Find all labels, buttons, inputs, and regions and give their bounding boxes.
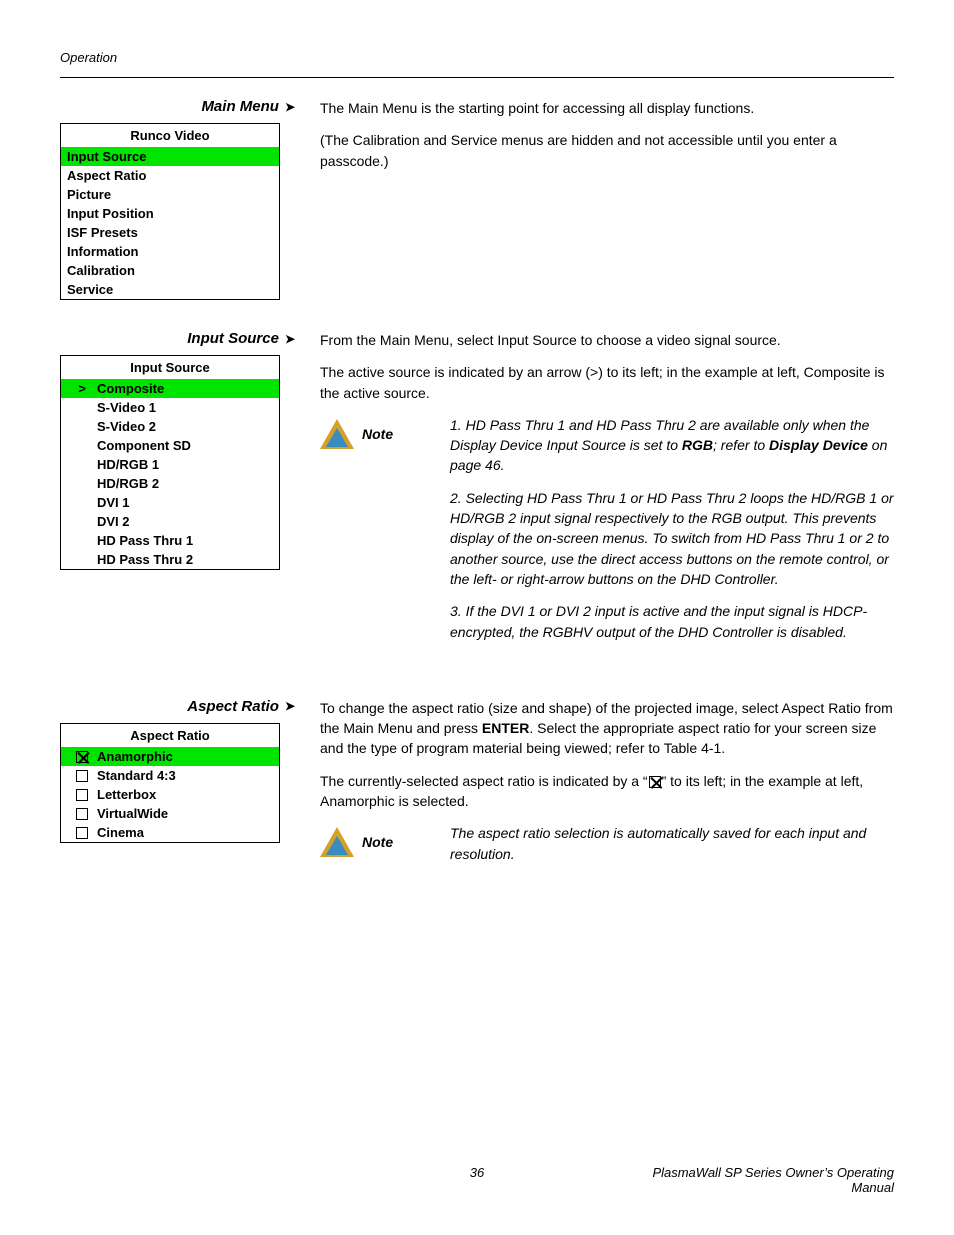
- aspect-ratio-para1: To change the aspect ratio (size and sha…: [320, 698, 894, 759]
- input-source-section: Input Source ➤ Input Source > Composite …: [60, 330, 894, 668]
- input-source-item-component-sd[interactable]: Component SD: [61, 436, 279, 455]
- checkbox-checked-icon: [76, 751, 88, 763]
- input-source-item-svideo2[interactable]: S-Video 2: [61, 417, 279, 436]
- page-header-section: Operation: [60, 50, 894, 65]
- note-label: Note: [362, 832, 393, 852]
- input-source-note2: Selecting HD Pass Thru 1 or HD Pass Thru…: [450, 488, 894, 589]
- main-menu-item-input-position[interactable]: Input Position: [61, 204, 279, 223]
- menu-item-label: Input Source: [67, 149, 273, 164]
- menu-item-label: S-Video 2: [97, 419, 273, 434]
- menu-item-label: DVI 2: [97, 514, 273, 529]
- menu-item-label: HD Pass Thru 1: [97, 533, 273, 548]
- input-source-item-svideo1[interactable]: S-Video 1: [61, 398, 279, 417]
- menu-item-label: Anamorphic: [97, 749, 273, 764]
- aspect-ratio-heading: Aspect Ratio ➤: [60, 698, 310, 715]
- aspect-ratio-item-virtualwide[interactable]: VirtualWide: [61, 804, 279, 823]
- checkbox-icon: [76, 808, 88, 820]
- note-display-device-bold: Display Device: [769, 437, 868, 453]
- input-source-item-hdrgb1[interactable]: HD/RGB 1: [61, 455, 279, 474]
- aspect-ratio-item-standard[interactable]: Standard 4:3: [61, 766, 279, 785]
- main-menu-item-information[interactable]: Information: [61, 242, 279, 261]
- aspect-ratio-item-anamorphic[interactable]: Anamorphic: [61, 747, 279, 766]
- warning-triangle-icon: [320, 419, 354, 449]
- main-menu-heading-text: Main Menu: [201, 98, 279, 115]
- menu-item-label: Picture: [67, 187, 273, 202]
- input-source-item-hdpass1[interactable]: HD Pass Thru 1: [61, 531, 279, 550]
- input-source-item-hdpass2[interactable]: HD Pass Thru 2: [61, 550, 279, 569]
- menu-item-label: Input Position: [67, 206, 273, 221]
- aspect-ratio-title: Aspect Ratio: [61, 724, 279, 747]
- manual-title: PlasmaWall SP Series Owner’s Operating M…: [616, 1165, 894, 1195]
- checkbox-icon: [76, 827, 88, 839]
- menu-item-label: S-Video 1: [97, 400, 273, 415]
- menu-item-label: Service: [67, 282, 273, 297]
- main-menu-item-service[interactable]: Service: [61, 280, 279, 299]
- note-rgb-bold: RGB: [682, 437, 713, 453]
- aspect-ratio-section: Aspect Ratio ➤ Aspect Ratio Anamorphic S…: [60, 698, 894, 878]
- aspect-ratio-box: Aspect Ratio Anamorphic Standard 4:3 Let…: [60, 723, 280, 843]
- main-menu-item-aspect-ratio[interactable]: Aspect Ratio: [61, 166, 279, 185]
- arrow-icon: ➤: [285, 332, 295, 346]
- main-menu-box: Runco Video Input Source Aspect Ratio Pi…: [60, 123, 280, 300]
- input-source-heading-text: Input Source: [187, 330, 279, 347]
- page-footer: 36 PlasmaWall SP Series Owner’s Operatin…: [60, 1165, 894, 1195]
- note-label: Note: [362, 424, 393, 444]
- main-menu-para2: (The Calibration and Service menus are h…: [320, 130, 894, 171]
- input-source-item-dvi2[interactable]: DVI 2: [61, 512, 279, 531]
- checkbox-checked-inline-icon: [649, 776, 661, 788]
- aspect-ratio-heading-text: Aspect Ratio: [187, 698, 279, 715]
- menu-item-label: Aspect Ratio: [67, 168, 273, 183]
- arrow-icon: ➤: [285, 699, 295, 713]
- main-menu-item-input-source[interactable]: Input Source: [61, 147, 279, 166]
- note-text: ; refer to: [713, 437, 769, 453]
- input-source-item-hdrgb2[interactable]: HD/RGB 2: [61, 474, 279, 493]
- menu-item-label: DVI 1: [97, 495, 273, 510]
- main-menu-para1: The Main Menu is the starting point for …: [320, 98, 894, 118]
- menu-item-label: HD/RGB 2: [97, 476, 273, 491]
- input-source-item-composite[interactable]: > Composite: [61, 379, 279, 398]
- input-source-note3: If the DVI 1 or DVI 2 input is active an…: [450, 601, 894, 642]
- menu-item-label: VirtualWide: [97, 806, 273, 821]
- input-source-box: Input Source > Composite S-Video 1 S-Vid…: [60, 355, 280, 570]
- menu-item-label: Information: [67, 244, 273, 259]
- main-menu-title: Runco Video: [61, 124, 279, 147]
- menu-item-label: Standard 4:3: [97, 768, 273, 783]
- header-rule: [60, 77, 894, 78]
- aspect-ratio-note-block: Note The aspect ratio selection is autom…: [320, 823, 894, 864]
- enter-bold: ENTER: [482, 720, 529, 736]
- input-source-note-block: Note HD Pass Thru 1 and HD Pass Thru 2 a…: [320, 415, 894, 654]
- menu-item-label: Calibration: [67, 263, 273, 278]
- menu-item-label: Letterbox: [97, 787, 273, 802]
- menu-item-label: Cinema: [97, 825, 273, 840]
- main-menu-heading: Main Menu ➤: [60, 98, 310, 115]
- aspect-ratio-para2: The currently-selected aspect ratio is i…: [320, 771, 894, 812]
- active-marker: >: [67, 381, 97, 396]
- aspect-ratio-note-text: The aspect ratio selection is automatica…: [450, 823, 894, 864]
- page-number: 36: [338, 1165, 616, 1195]
- aspect-ratio-item-letterbox[interactable]: Letterbox: [61, 785, 279, 804]
- para-text: The currently-selected aspect ratio is i…: [320, 773, 648, 789]
- arrow-icon: ➤: [285, 100, 295, 114]
- warning-triangle-icon: [320, 827, 354, 857]
- input-source-item-dvi1[interactable]: DVI 1: [61, 493, 279, 512]
- menu-item-label: HD Pass Thru 2: [97, 552, 273, 567]
- main-menu-item-calibration[interactable]: Calibration: [61, 261, 279, 280]
- menu-item-label: Component SD: [97, 438, 273, 453]
- input-source-heading: Input Source ➤: [60, 330, 310, 347]
- input-source-note1: HD Pass Thru 1 and HD Pass Thru 2 are av…: [450, 415, 894, 476]
- main-menu-item-isf-presets[interactable]: ISF Presets: [61, 223, 279, 242]
- menu-item-label: ISF Presets: [67, 225, 273, 240]
- main-menu-item-picture[interactable]: Picture: [61, 185, 279, 204]
- input-source-para1: From the Main Menu, select Input Source …: [320, 330, 894, 350]
- menu-item-label: HD/RGB 1: [97, 457, 273, 472]
- input-source-title: Input Source: [61, 356, 279, 379]
- input-source-para2: The active source is indicated by an arr…: [320, 362, 894, 403]
- aspect-ratio-item-cinema[interactable]: Cinema: [61, 823, 279, 842]
- main-menu-section: Main Menu ➤ Runco Video Input Source Asp…: [60, 98, 894, 300]
- menu-item-label: Composite: [97, 381, 273, 396]
- checkbox-icon: [76, 789, 88, 801]
- checkbox-icon: [76, 770, 88, 782]
